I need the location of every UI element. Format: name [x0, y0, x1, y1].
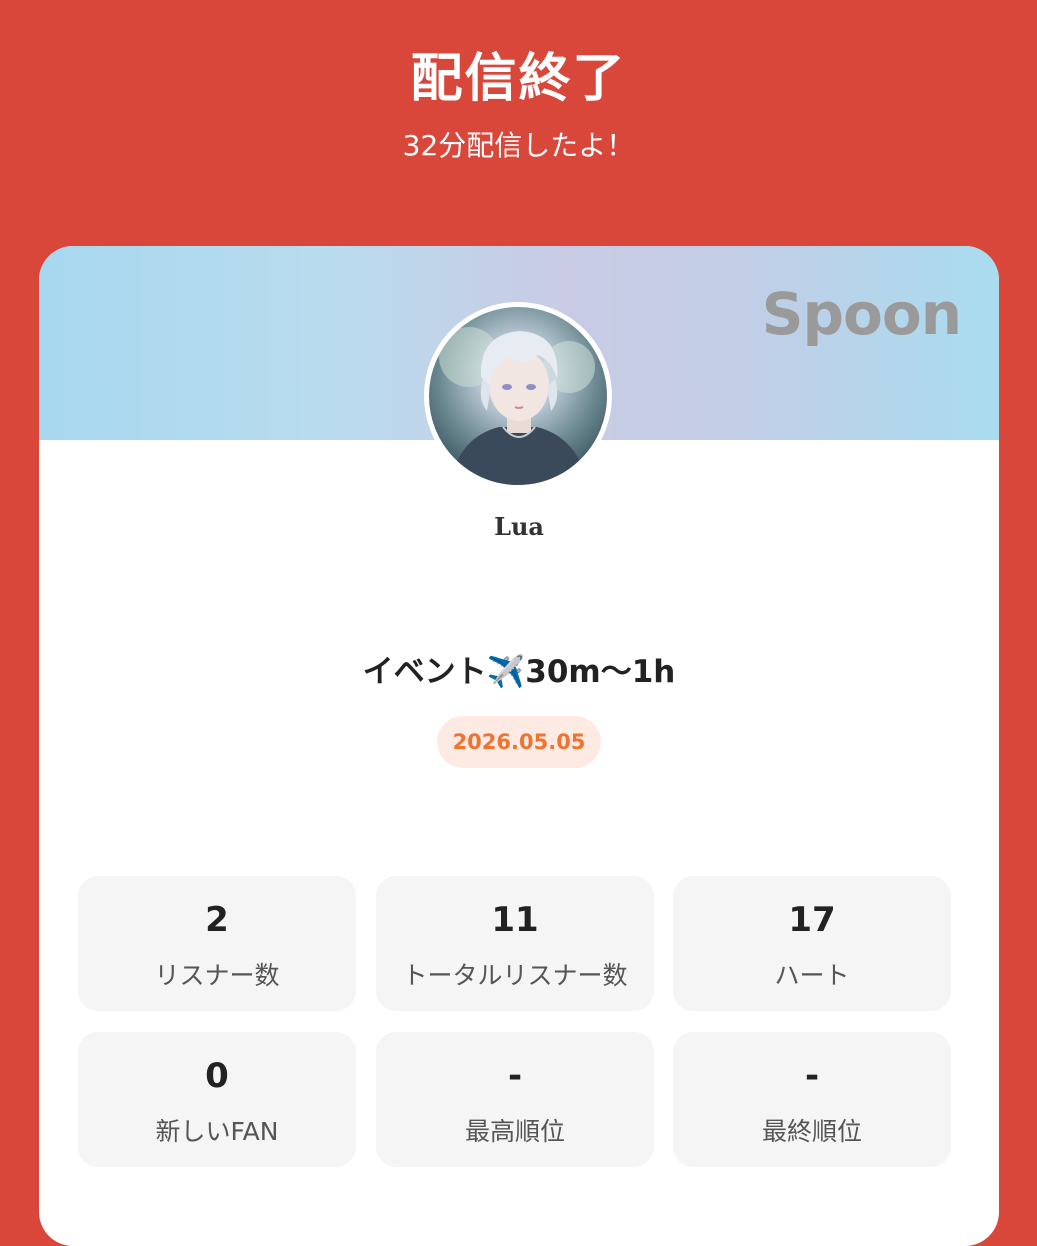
- stat-label: ハート: [774, 961, 850, 990]
- stat-total-listeners: 11 トータルリスナー数: [376, 876, 654, 1011]
- stat-highest-rank: - 最高順位: [376, 1032, 654, 1167]
- live-summary-card: Spoon Lua イベント✈️30m〜1h 2026.05.05 2 リスナー…: [39, 246, 999, 1246]
- stat-label: 新しいFAN: [155, 1117, 279, 1146]
- stat-value: -: [507, 1056, 523, 1096]
- live-title: イベント✈️30m〜1h: [362, 654, 676, 690]
- stat-final-rank: - 最終順位: [673, 1032, 951, 1167]
- stat-label: トータルリスナー数: [402, 961, 628, 990]
- stat-value: 11: [491, 900, 539, 940]
- duration-subtitle: 32分配信したよ！: [402, 129, 635, 162]
- avatar: [424, 302, 612, 490]
- stat-new-fans: 0 新しいFAN: [78, 1032, 356, 1167]
- stat-hearts: 17 ハート: [673, 876, 951, 1011]
- spoon-logo: Spoon: [761, 280, 962, 348]
- stat-label: リスナー数: [154, 961, 280, 990]
- stat-listeners: 2 リスナー数: [78, 876, 356, 1011]
- stat-value: 0: [205, 1056, 229, 1096]
- page-title: 配信終了: [410, 49, 627, 109]
- username: Lua: [494, 512, 544, 541]
- date-badge: 2026.05.05: [437, 716, 601, 768]
- stat-label: 最高順位: [464, 1117, 565, 1146]
- stat-value: 2: [205, 900, 229, 940]
- stat-value: -: [804, 1056, 820, 1096]
- stat-value: 17: [788, 900, 836, 940]
- stat-label: 最終順位: [761, 1117, 862, 1146]
